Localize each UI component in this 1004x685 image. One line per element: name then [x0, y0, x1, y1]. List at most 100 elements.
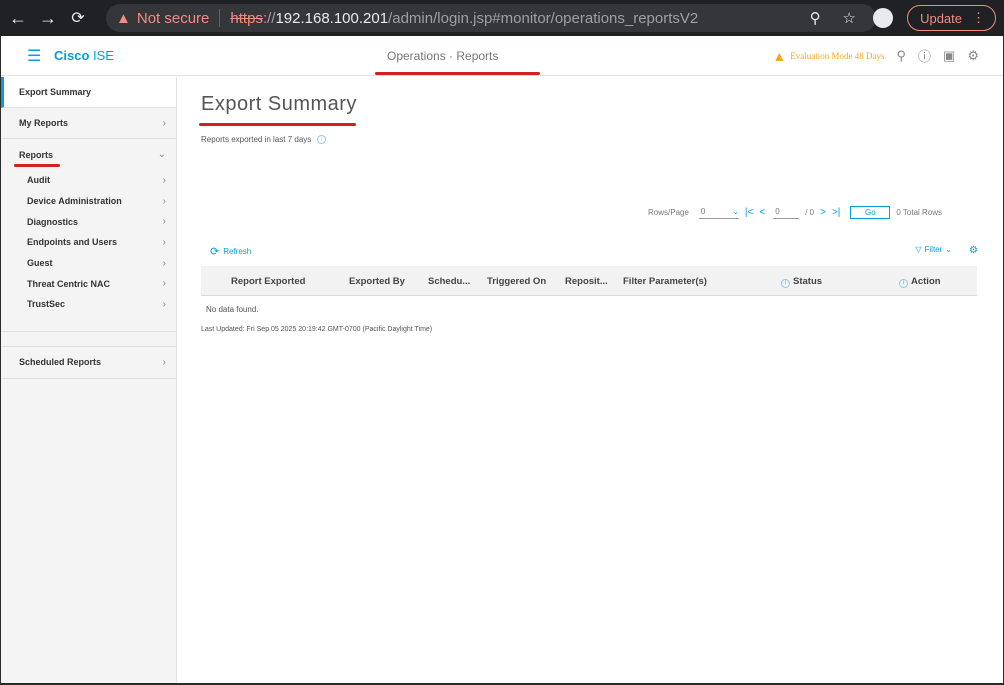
- chevron-down-icon: ⌄: [945, 245, 952, 254]
- chevron-right-icon: ›: [162, 195, 166, 207]
- filter-icon: ▽: [915, 245, 922, 254]
- forward-arrow-icon[interactable]: →: [36, 6, 60, 30]
- browser-toolbar: ← → ⟳ ▲ Not secure https://192.168.100.2…: [0, 0, 1004, 36]
- chevron-right-icon: ›: [162, 216, 166, 228]
- back-arrow-icon[interactable]: ←: [6, 6, 30, 30]
- sidebar-item-label: Export Summary: [19, 87, 92, 97]
- annotation-underline: [375, 72, 540, 75]
- column-header-exported-by[interactable]: Exported By: [349, 276, 405, 287]
- url-path: /admin/login.jsp#monitor/operations_repo…: [388, 9, 699, 27]
- sidebar-item-label: My Reports: [19, 118, 69, 128]
- evaluation-badge[interactable]: Evaluation Mode 48 Days: [790, 51, 884, 61]
- page-breadcrumb: Operations · Reports: [387, 49, 499, 63]
- go-button[interactable]: Go: [850, 206, 891, 219]
- info-icon: i: [781, 279, 790, 288]
- reload-icon[interactable]: ⟳: [66, 6, 90, 30]
- sidebar-item-diagnostics[interactable]: Diagnostics ›: [1, 211, 176, 232]
- page-number-input[interactable]: 0: [773, 206, 800, 219]
- brand-product: ISE: [89, 48, 114, 63]
- info-icon: i: [899, 279, 908, 288]
- column-header-repository[interactable]: Reposit...: [565, 276, 608, 287]
- column-header-label: Action: [911, 276, 941, 287]
- update-button[interactable]: Update ⋮: [907, 5, 996, 31]
- last-page-icon[interactable]: >|: [832, 207, 840, 218]
- sidebar-item-export-summary[interactable]: Export Summary: [1, 77, 176, 108]
- settings-icon[interactable]: ⚙: [969, 245, 978, 256]
- rows-per-page-label: Rows/Page: [648, 208, 689, 217]
- sidebar-item-label: TrustSec: [27, 299, 66, 310]
- refresh-icon: ⟳: [210, 246, 220, 258]
- next-page-icon[interactable]: >: [820, 207, 826, 218]
- rows-per-page-value: 0: [700, 206, 706, 216]
- address-bar[interactable]: ▲ Not secure https://192.168.100.201/adm…: [106, 4, 876, 32]
- sidebar-item-device-administration[interactable]: Device Administration ›: [1, 191, 176, 212]
- brand-logo[interactable]: Cisco ISE: [54, 48, 114, 63]
- refresh-button[interactable]: ⟳ Refresh: [210, 245, 251, 258]
- zoom-icon[interactable]: ⚲: [805, 9, 825, 27]
- chevron-right-icon: ›: [162, 257, 166, 269]
- brand-cisco: Cisco: [54, 48, 90, 63]
- sidebar-item-guest[interactable]: Guest ›: [1, 253, 176, 274]
- sidebar-item-my-reports[interactable]: My Reports ›: [1, 108, 176, 139]
- sidebar-item-scheduled-reports[interactable]: Scheduled Reports ›: [1, 345, 176, 379]
- first-page-icon[interactable]: |<: [745, 207, 753, 218]
- column-header-action[interactable]: i Action: [899, 276, 941, 288]
- annotation-underline: [14, 164, 60, 167]
- not-secure-label: Not secure: [136, 9, 210, 27]
- url-separator: ://: [262, 9, 276, 27]
- update-label: Update: [920, 10, 962, 26]
- help-icon[interactable]: ⓘ: [918, 46, 931, 65]
- filter-button[interactable]: ▽ Filter ⌄: [915, 245, 952, 254]
- chevron-down-icon: ⌄: [732, 206, 739, 216]
- chevron-down-icon: ⌄: [157, 149, 166, 160]
- warning-icon: ▲: [116, 9, 131, 27]
- reports-submenu: Audit › Device Administration › Diagnostic…: [1, 170, 176, 332]
- total-rows: 0 Total Rows: [896, 208, 943, 217]
- warning-icon: ▲: [772, 47, 787, 64]
- chevron-right-icon: ›: [162, 356, 166, 368]
- chevron-right-icon: ›: [162, 117, 166, 129]
- column-header-report-exported[interactable]: Report Exported: [231, 276, 305, 287]
- main-content: Export Summary Reports exported in last …: [178, 77, 1003, 683]
- hamburger-icon[interactable]: ☰: [27, 49, 41, 65]
- sidebar-item-trustsec[interactable]: TrustSec ›: [1, 294, 176, 315]
- column-header-status[interactable]: i Status: [781, 276, 822, 288]
- url-host: 192.168.100.201: [275, 9, 389, 27]
- chevron-right-icon: ›: [162, 236, 166, 248]
- sidebar-item-label: Threat Centric NAC: [27, 278, 111, 289]
- sidebar-item-label: Audit: [27, 175, 50, 186]
- top-bar: ☰ Cisco ISE Operations · Reports ▲ Evalu…: [1, 36, 1003, 76]
- page-count: / 0: [805, 208, 815, 217]
- prev-page-icon[interactable]: <: [759, 207, 765, 218]
- page-number-value: 0: [775, 206, 780, 216]
- url-scheme: https: [230, 9, 263, 27]
- sidebar-item-label: Device Administration: [27, 196, 122, 207]
- sidebar-item-reports[interactable]: Reports ⌄: [1, 139, 176, 170]
- chevron-right-icon: ›: [162, 174, 166, 186]
- star-icon[interactable]: ☆: [839, 9, 859, 27]
- column-header-filter-parameters[interactable]: Filter Parameter(s): [623, 276, 707, 287]
- sidebar: Export Summary My Reports › Reports ⌄ Au…: [1, 77, 177, 683]
- annotation-underline: [199, 123, 356, 126]
- pagination: Rows/Page 0 ⌄ |< < 0 / 0 > >| Go 0 Total …: [648, 206, 942, 219]
- page-title: Export Summary: [201, 93, 357, 115]
- search-icon[interactable]: ⚲: [897, 48, 907, 64]
- profile-avatar[interactable]: [873, 8, 894, 28]
- sidebar-item-audit[interactable]: Audit ›: [1, 170, 176, 191]
- column-header-scheduled[interactable]: Schedu...: [428, 276, 470, 287]
- sidebar-item-endpoints-and-users[interactable]: Endpoints and Users ›: [1, 232, 176, 253]
- filter-label: Filter: [924, 245, 943, 254]
- divider: [219, 9, 221, 27]
- subtitle-text: Reports exported in last 7 days: [201, 135, 312, 144]
- empty-state: No data found.: [206, 305, 259, 314]
- settings-icon[interactable]: ⚙: [967, 48, 979, 64]
- chevron-right-icon: ›: [162, 298, 166, 310]
- dashboard-icon[interactable]: ▣: [943, 48, 955, 64]
- sidebar-item-threat-centric-nac[interactable]: Threat Centric NAC ›: [1, 273, 176, 294]
- last-updated: Last Updated: Fri Sep 05 2025 20:19:42 G…: [201, 326, 433, 333]
- rows-per-page-select[interactable]: 0 ⌄: [698, 206, 739, 219]
- page-subtitle: Reports exported in last 7 days i: [201, 135, 327, 144]
- column-header-triggered-on[interactable]: Triggered On: [487, 276, 546, 287]
- info-icon[interactable]: i: [317, 135, 327, 144]
- sidebar-item-label: Diagnostics: [27, 216, 79, 227]
